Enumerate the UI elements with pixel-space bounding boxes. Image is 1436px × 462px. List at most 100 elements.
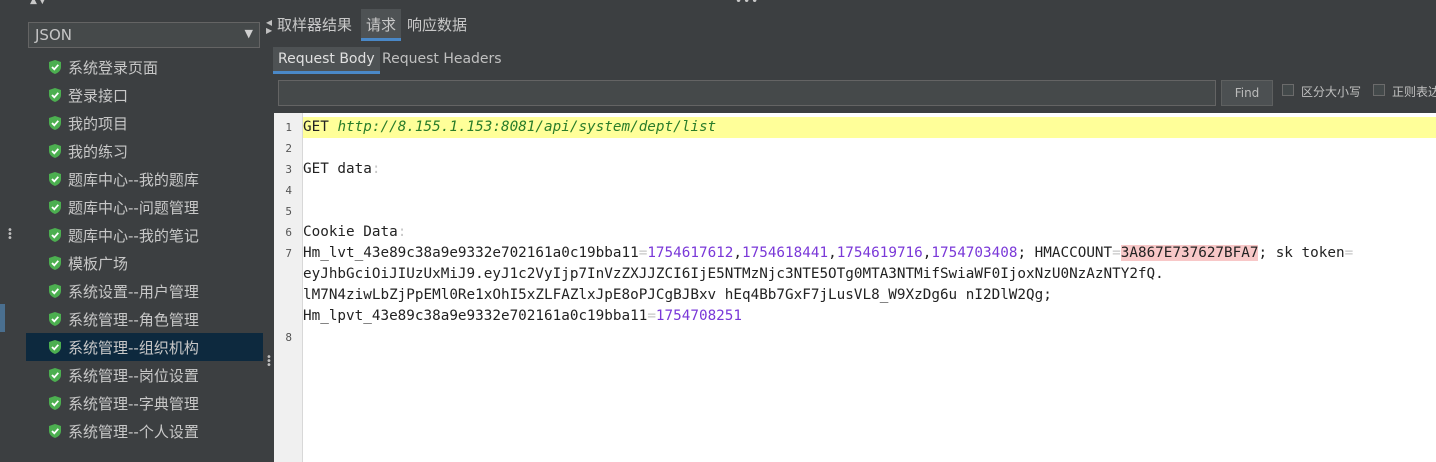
success-shield-icon — [48, 339, 62, 355]
regex-checkbox[interactable] — [1373, 84, 1385, 96]
line-number-gutter: 1 2 3 4 5 6 7 8 — [274, 113, 303, 462]
cookie-value: 1754708251 — [655, 308, 742, 324]
tab-label: 取样器结果 — [277, 16, 353, 34]
tree-item-label: 系统管理--岗位设置 — [68, 367, 199, 385]
code-line-3: GET data: — [303, 159, 380, 180]
tab-request[interactable]: 请求 — [361, 9, 402, 41]
tree-item[interactable]: 题库中心--问题管理 — [26, 193, 263, 221]
success-shield-icon — [48, 59, 62, 75]
search-input[interactable] — [278, 80, 1216, 106]
success-shield-icon — [48, 115, 62, 131]
result-detail-panel: 取样器结果 请求 响应数据 Request Body Request Heade… — [272, 9, 1436, 462]
success-shield-icon — [48, 367, 62, 383]
line-number: 3 — [285, 163, 292, 176]
success-shield-icon — [48, 423, 62, 439]
tree-item[interactable]: 登录接口 — [26, 81, 263, 109]
request-url: http://8.155.1.153:8081/api/system/dept/… — [337, 119, 717, 135]
line-number: 4 — [285, 184, 292, 197]
separator: : — [397, 224, 407, 240]
renderer-select[interactable]: JSON ▼ — [28, 22, 260, 48]
collapse-arrows-icon[interactable]: ▲▼ — [30, 0, 48, 6]
tree-item[interactable]: 系统管理--角色管理 — [26, 305, 263, 333]
separator: , — [828, 245, 837, 261]
success-shield-icon — [48, 255, 62, 271]
line-number: 6 — [285, 226, 292, 239]
tree-item[interactable]: 我的项目 — [26, 109, 263, 137]
cookie-value: 1754703408 — [931, 245, 1018, 261]
get-data-label: GET data — [303, 161, 372, 177]
success-shield-icon — [48, 283, 62, 299]
separator: = — [1112, 245, 1121, 261]
tree-item[interactable]: 系统登录页面 — [26, 53, 263, 81]
tree-item-label: 我的练习 — [68, 143, 129, 161]
tree-item-label: 系统管理--组织机构 — [68, 339, 199, 357]
http-method: GET — [303, 119, 338, 135]
tree-item-label: 题库中心--问题管理 — [68, 199, 199, 217]
separator: = — [1344, 245, 1354, 261]
line-number: 5 — [285, 205, 292, 218]
cookie-name: ; HMACCOUNT — [1017, 245, 1113, 261]
tree-item-label: 系统设置--用户管理 — [68, 283, 199, 301]
top-splitter-bar: ▲▼ ••• — [0, 0, 1436, 9]
renderer-select-value: JSON — [35, 26, 72, 44]
main-tabs: 取样器结果 请求 响应数据 — [272, 9, 1436, 41]
success-shield-icon — [48, 199, 62, 215]
tab-sampler-result[interactable]: 取样器结果 — [272, 9, 357, 41]
tree-item-label: 题库中心--我的题库 — [68, 171, 199, 189]
tree-item-label: 系统登录页面 — [68, 59, 159, 77]
cookie-value: 1754617612 — [647, 245, 734, 261]
tree-item[interactable]: 系统管理--个人设置 — [26, 417, 263, 445]
cookie-value: 1754619716 — [836, 245, 923, 261]
cookie-value: 1754618441 — [742, 245, 829, 261]
highlighted-value: 3A867E737627BFA7 — [1120, 245, 1259, 261]
tab-label: 请求 — [366, 16, 397, 34]
sampler-tree: 系统登录页面登录接口我的项目我的练习题库中心--我的题库 题库中心--问题管理题库… — [26, 53, 263, 445]
case-sensitive-checkbox[interactable] — [1282, 84, 1294, 96]
cookie-data-label: Cookie Data — [303, 224, 398, 240]
tree-item[interactable]: 系统管理--组织机构 — [26, 333, 263, 361]
line-number: 1 — [285, 121, 292, 134]
case-sensitive-label: 区分大小写 — [1301, 85, 1362, 99]
drag-handle-icon[interactable]: ••• — [735, 0, 759, 8]
find-button[interactable]: Find — [1221, 80, 1273, 106]
code-line-7-wrap-2: lM7N4ziwLbZjPpEMl0Re1xOhI5xZLFAZlxJpE8oP… — [303, 285, 1052, 306]
code-line-1: GET http://8.155.1.153:8081/api/system/d… — [303, 117, 1436, 138]
chevron-down-icon[interactable]: ▼ — [245, 27, 253, 40]
tab-label: 响应数据 — [407, 16, 468, 34]
tree-item[interactable]: 系统管理--字典管理 — [26, 389, 263, 417]
success-shield-icon — [48, 143, 62, 159]
success-shield-icon — [48, 311, 62, 327]
tree-item[interactable]: 模板广场 — [26, 249, 263, 277]
success-shield-icon — [48, 227, 62, 243]
line-number: 2 — [285, 142, 292, 155]
tree-item-label: 我的项目 — [68, 115, 129, 133]
token-text: eyJhbGciOiJIUzUxMiJ9.eyJ1c2VyIjp7InVzZXJ… — [303, 266, 1164, 282]
results-tree-panel: • • • JSON ▼ 系统登录页面 登录接口 我的项目 我的练习 题库中心--我的题库题… — [0, 9, 266, 462]
success-shield-icon — [48, 87, 62, 103]
tree-item[interactable]: 我的练习 — [26, 137, 263, 165]
line-number: 8 — [285, 331, 292, 344]
cookie-name: Hm_lpvt_43e89c38a9e9332e702161a0c19bba11 — [303, 308, 648, 324]
tree-item[interactable]: 题库中心--我的笔记 — [26, 221, 263, 249]
search-row: Find 区分大小写 正则表达 — [272, 79, 1436, 109]
tree-item-label: 系统管理--角色管理 — [68, 311, 199, 329]
tab-request-body[interactable]: Request Body — [273, 47, 380, 74]
tree-item[interactable]: 题库中心--我的题库 — [26, 165, 263, 193]
line-number: 7 — [285, 247, 292, 260]
tab-response-data[interactable]: 响应数据 — [402, 9, 472, 41]
tree-item-label: 系统管理--字典管理 — [68, 395, 199, 413]
code-line-7-wrap-1: eyJhbGciOiJIUzUxMiJ9.eyJ1c2VyIjp7InVzZXJ… — [303, 264, 1164, 285]
tab-request-headers[interactable]: Request Headers — [377, 47, 507, 74]
request-body-editor[interactable]: 1 2 3 4 5 6 7 8 GET http://8.155.1.153:8081/api… — [274, 113, 1436, 462]
cookie-name: ; sk token — [1258, 245, 1345, 261]
cookie-name: Hm_lvt_43e89c38a9e9332e702161a0c19bba11 — [303, 245, 639, 261]
tree-item[interactable]: 系统管理--岗位设置 — [26, 361, 263, 389]
separator: , — [733, 245, 742, 261]
tab-label: Request Body — [278, 51, 375, 67]
tree-item[interactable]: 系统设置--用户管理 — [26, 277, 263, 305]
tab-label: Request Headers — [382, 51, 502, 67]
token-text: lM7N4ziwLbZjPpEMl0Re1xOhI5xZLFAZlxJpE8oP… — [303, 287, 1052, 303]
code-line-6: Cookie Data: — [303, 222, 406, 243]
code-line-7: Hm_lvt_43e89c38a9e9332e702161a0c19bba11 =… — [303, 243, 1353, 264]
grip-icon[interactable]: • • • — [7, 226, 13, 244]
